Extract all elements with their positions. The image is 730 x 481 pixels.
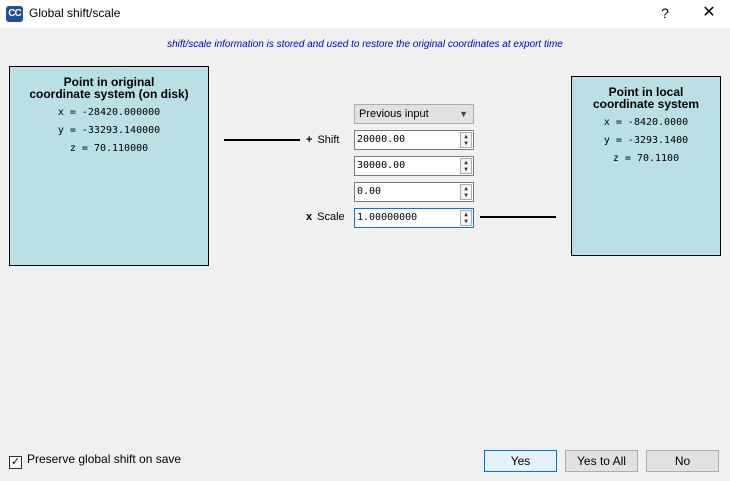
shift-x-stepper[interactable]: ▲ ▼ xyxy=(460,132,472,148)
cloudcompare-app-icon: CC xyxy=(6,6,23,22)
shift-x-value: 20000.00 xyxy=(357,134,406,145)
spin-up-icon[interactable]: ▲ xyxy=(461,185,471,192)
local-x: x = -8420.0000 xyxy=(603,117,689,128)
yes-button[interactable]: Yes xyxy=(484,450,557,472)
yes-to-all-button[interactable]: Yes to All xyxy=(565,450,638,472)
shift-connector-line xyxy=(224,139,300,141)
shift-y-stepper[interactable]: ▲ ▼ xyxy=(460,158,472,174)
spin-down-icon[interactable]: ▼ xyxy=(461,218,471,225)
local-z: z = 70.1100 xyxy=(612,153,680,164)
scale-x-sign: x xyxy=(306,211,313,223)
shift-label: + Shift xyxy=(306,134,339,146)
spin-up-icon[interactable]: ▲ xyxy=(461,159,471,166)
no-button[interactable]: No xyxy=(646,450,719,472)
shift-x-input[interactable]: 20000.00 ▲ ▼ xyxy=(354,130,474,150)
info-text: shift/scale information is stored and us… xyxy=(167,39,563,50)
scale-value: 1.00000000 xyxy=(357,212,418,223)
scale-stepper[interactable]: ▲ ▼ xyxy=(460,210,472,226)
title-bar: CC Global shift/scale ? ✕ xyxy=(0,0,730,28)
window-title: Global shift/scale xyxy=(29,6,121,20)
spin-down-icon[interactable]: ▼ xyxy=(461,192,471,199)
local-y: y = -3293.1400 xyxy=(603,135,689,146)
checkbox-check-icon[interactable]: ✓ xyxy=(9,456,22,469)
close-icon[interactable]: ✕ xyxy=(697,3,721,23)
shift-preset-value: Previous input xyxy=(359,108,429,120)
shift-y-input[interactable]: 30000.00 ▲ ▼ xyxy=(354,156,474,176)
shift-label-text: Shift xyxy=(317,134,340,146)
original-z: z = 70.110000 xyxy=(69,143,149,154)
original-y: y = -33293.140000 xyxy=(57,125,161,136)
preserve-global-shift-checkbox[interactable]: ✓ Preserve global shift on save xyxy=(9,452,181,469)
shift-z-input[interactable]: 0.00 ▲ ▼ xyxy=(354,182,474,202)
shift-y-value: 30000.00 xyxy=(357,160,406,171)
shift-z-value: 0.00 xyxy=(357,186,382,197)
local-heading-line2: coordinate system xyxy=(592,97,700,111)
original-heading-line2: coordinate system (on disk) xyxy=(29,87,189,101)
preserve-global-shift-label[interactable]: Preserve global shift on save xyxy=(27,452,181,466)
scale-connector-line xyxy=(480,216,556,218)
original-x: x = -28420.000000 xyxy=(57,107,161,118)
spin-up-icon[interactable]: ▲ xyxy=(461,211,471,218)
scale-label: x Scale xyxy=(306,211,345,223)
shift-z-stepper[interactable]: ▲ ▼ xyxy=(460,184,472,200)
shift-plus-sign: + xyxy=(306,134,313,146)
scale-label-text: Scale xyxy=(317,211,345,223)
scale-input[interactable]: 1.00000000 ▲ ▼ xyxy=(354,208,474,228)
local-coordinates-box: Point in local coordinate system x = -84… xyxy=(571,76,721,256)
original-coordinates-box: Point in original coordinate system (on … xyxy=(9,66,209,266)
spin-down-icon[interactable]: ▼ xyxy=(461,166,471,173)
chevron-down-icon: ▼ xyxy=(459,109,468,119)
shift-preset-dropdown[interactable]: Previous input ▼ xyxy=(354,104,474,124)
help-button[interactable]: ? xyxy=(655,3,675,23)
spin-down-icon[interactable]: ▼ xyxy=(461,140,471,147)
spin-up-icon[interactable]: ▲ xyxy=(461,133,471,140)
